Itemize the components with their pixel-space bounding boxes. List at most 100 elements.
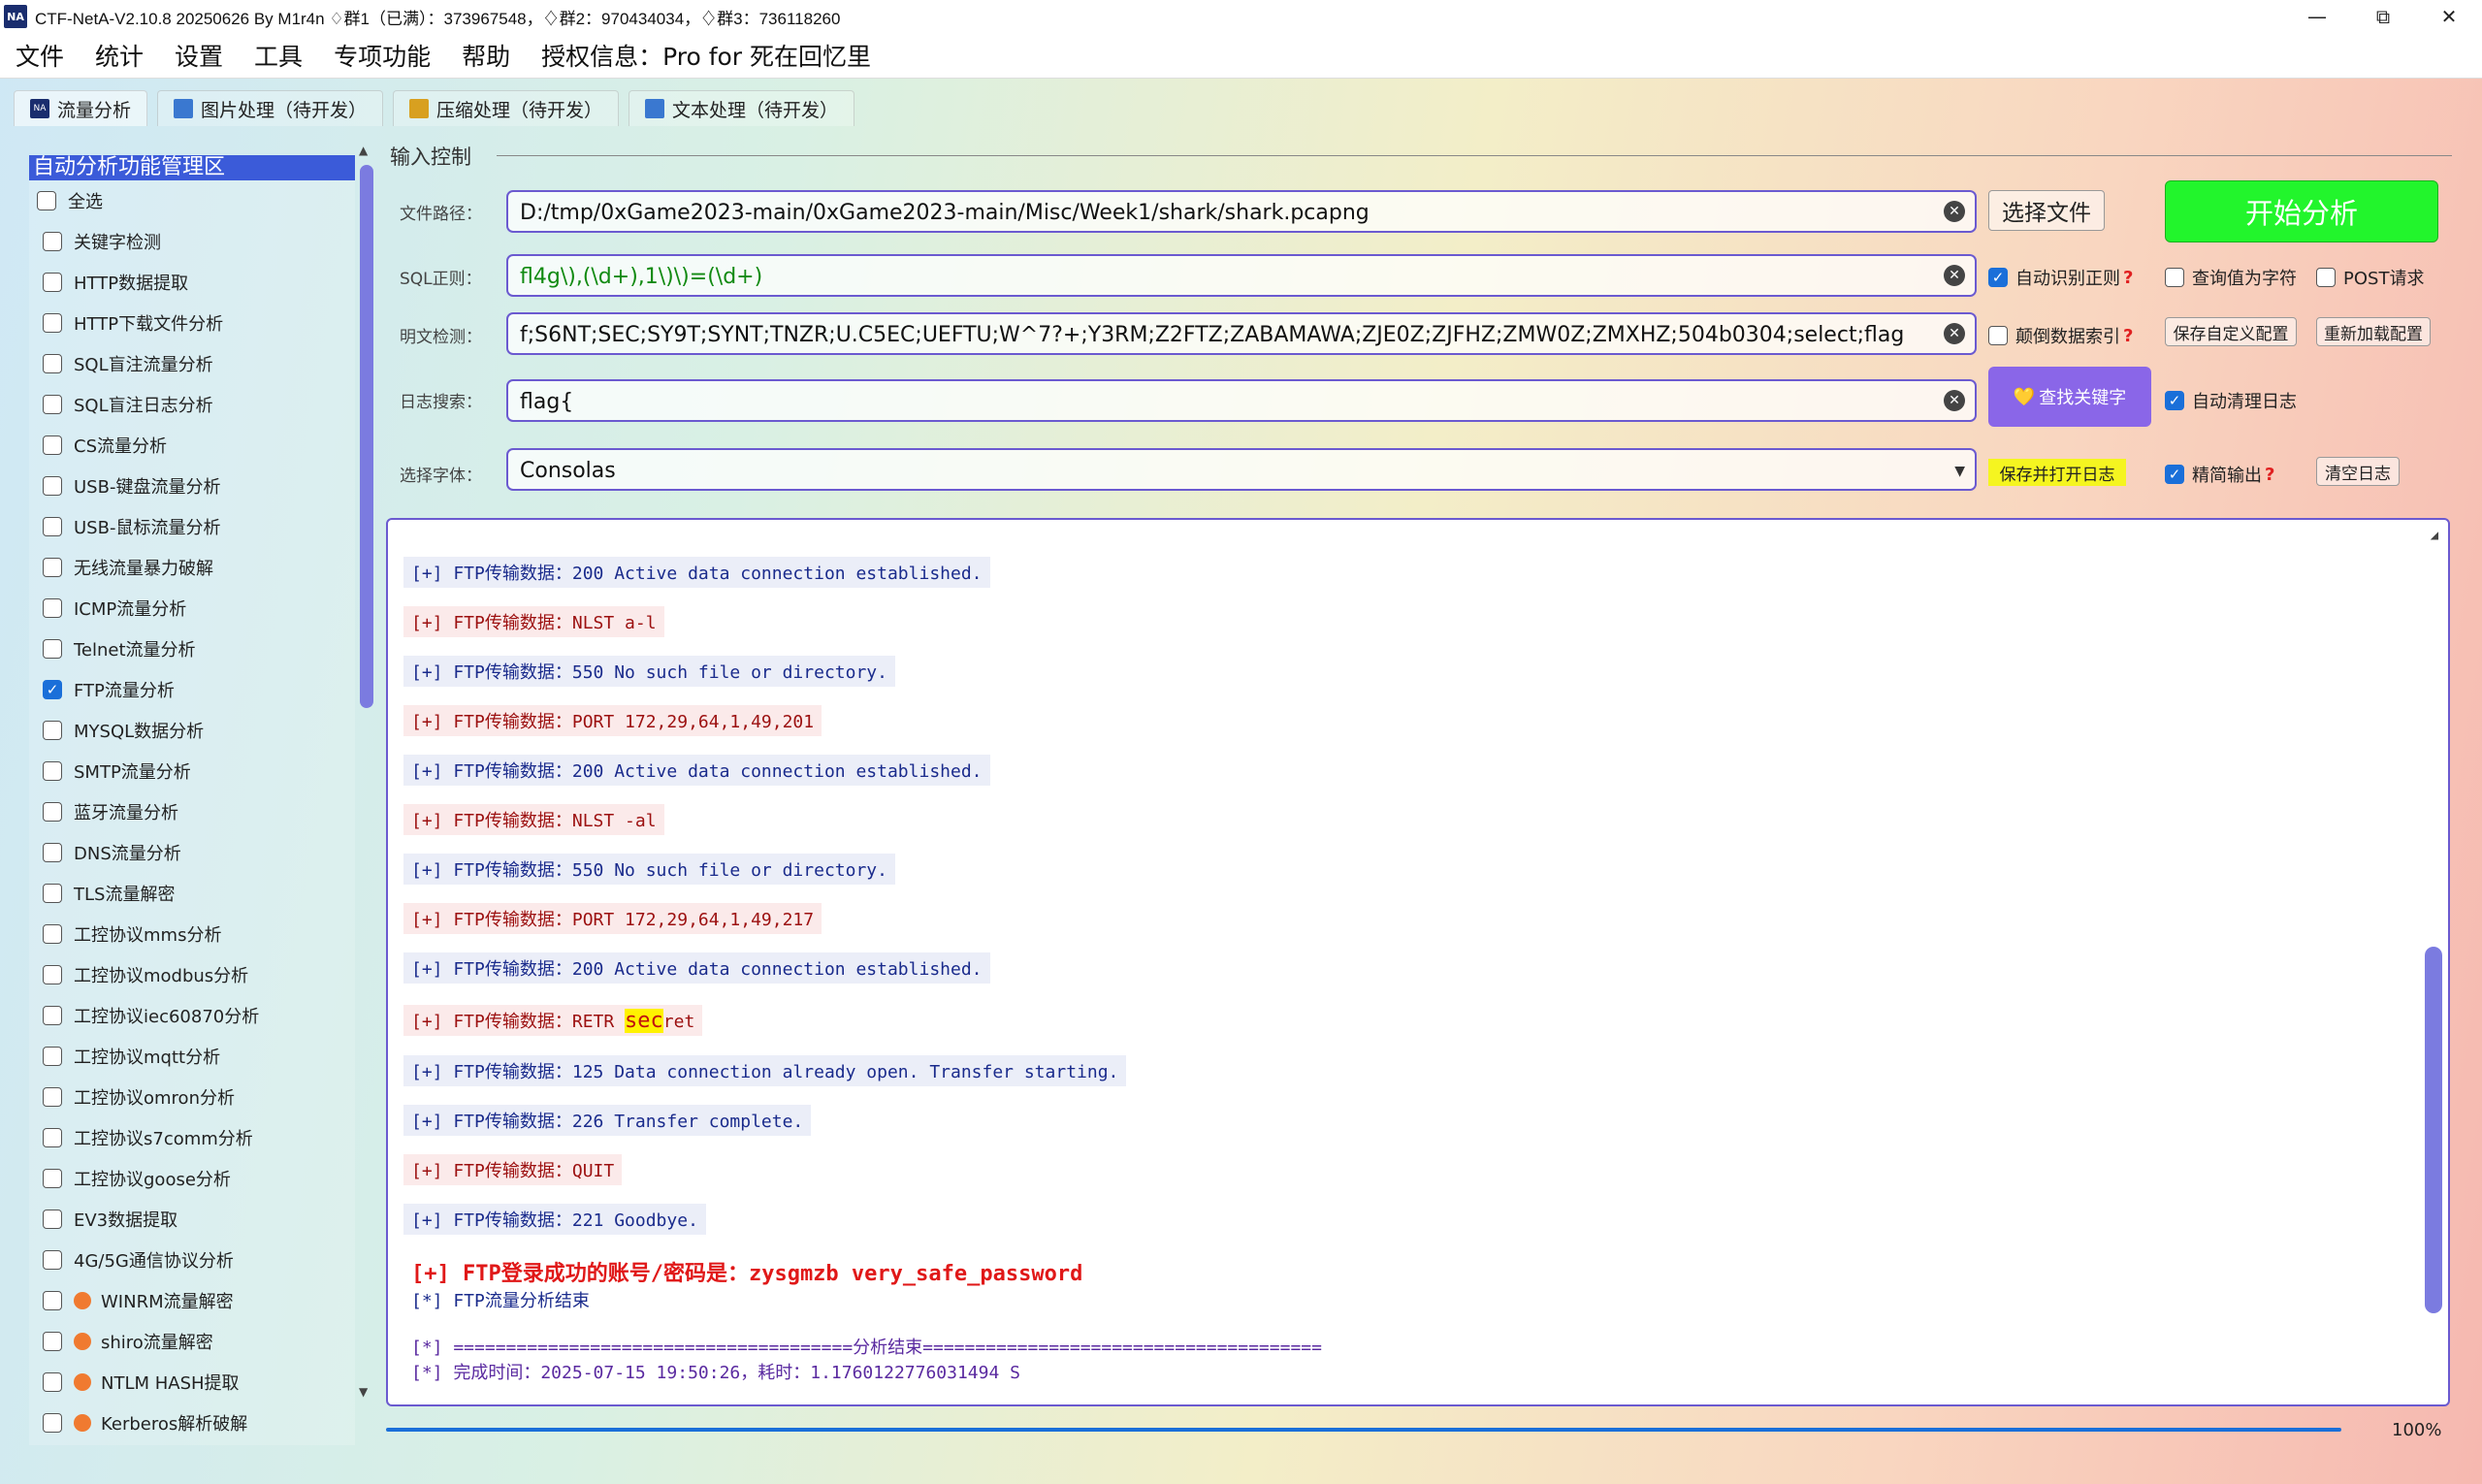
reverse-index-option[interactable]: 颠倒数据索引? [1988, 323, 2133, 348]
scroll-down-icon[interactable]: ▼ [359, 1385, 368, 1399]
function-item[interactable]: 工控协议modbus分析 [29, 954, 355, 995]
plaintext-input[interactable] [508, 314, 1938, 355]
function-item[interactable]: NTLM HASH提取 [29, 1362, 355, 1403]
function-item[interactable]: MYSQL数据分析 [29, 710, 355, 751]
concise-output-option[interactable]: ✓ 精简输出? [2165, 462, 2274, 487]
function-item[interactable]: SQL盲注日志分析 [29, 384, 355, 425]
menu-special[interactable]: 专项功能 [318, 38, 446, 73]
function-item[interactable]: Kerberos解析破解 [29, 1403, 355, 1443]
function-item-label: 工控协议mqtt分析 [74, 1048, 221, 1068]
function-item[interactable]: SMTP流量分析 [29, 751, 355, 791]
auto-regex-option[interactable]: ✓ 自动识别正则? [1988, 265, 2133, 290]
function-item[interactable]: ICMP流量分析 [29, 588, 355, 629]
close-icon[interactable]: ✕ [2416, 0, 2482, 33]
chevron-down-icon[interactable]: ▼ [1954, 464, 1965, 479]
tab-compression[interactable]: 压缩处理（待开发） [393, 90, 620, 126]
tab-traffic-analysis[interactable]: NA 流量分析 [14, 90, 148, 126]
checkbox-icon [2316, 268, 2336, 287]
post-request-option[interactable]: POST请求 [2316, 265, 2424, 290]
find-keyword-button[interactable]: 💛 查找关键字 [1988, 367, 2151, 427]
select-all-checkbox[interactable]: 全选 [29, 180, 355, 221]
tab-image-processing[interactable]: 图片处理（待开发） [157, 90, 384, 126]
menu-settings[interactable]: 设置 [159, 38, 239, 73]
log-line-text: [+] FTP传输数据：200 Active data connection e… [411, 761, 983, 782]
function-item[interactable]: 工控协议mqtt分析 [29, 1036, 355, 1077]
function-item[interactable]: EV3数据提取 [29, 1199, 355, 1240]
function-item-label: Kerberos解析破解 [101, 1414, 248, 1435]
font-select-value[interactable] [508, 450, 1938, 491]
function-item[interactable]: ✓ FTP流量分析 [29, 669, 355, 710]
menu-license[interactable]: 授权信息：Pro for 死在回忆里 [526, 38, 886, 73]
file-path-input[interactable] [508, 192, 1938, 233]
plaintext-field: ✕ [506, 312, 1977, 355]
function-item[interactable]: CS流量分析 [29, 425, 355, 466]
reload-config-button[interactable]: 重新加载配置 [2316, 317, 2431, 346]
function-item[interactable]: DNS流量分析 [29, 832, 355, 873]
log-output[interactable]: ◢ [+] FTP传输数据：200 Active data connection… [386, 518, 2450, 1406]
scroll-up-icon[interactable]: ▲ [359, 144, 368, 157]
function-item-label: ICMP流量分析 [74, 599, 187, 620]
expand-icon[interactable]: ◢ [2431, 528, 2438, 543]
clear-icon[interactable]: ✕ [1944, 265, 1965, 286]
search-highlight: sec [625, 1009, 663, 1033]
clear-icon[interactable]: ✕ [1944, 323, 1965, 344]
function-item[interactable]: 4G/5G通信协议分析 [29, 1240, 355, 1280]
menu-file[interactable]: 文件 [0, 38, 80, 73]
function-item[interactable]: 工控协议mms分析 [29, 914, 355, 954]
log-line-text: [+] FTP传输数据：NLST a-l [411, 613, 657, 633]
function-item[interactable]: 关键字检测 [29, 221, 355, 262]
function-item-label: MYSQL数据分析 [74, 722, 205, 742]
function-item[interactable]: Telnet流量分析 [29, 629, 355, 669]
function-item[interactable]: 工控协议omron分析 [29, 1077, 355, 1117]
function-item[interactable]: shiro流量解密 [29, 1321, 355, 1362]
clear-icon[interactable]: ✕ [1944, 201, 1965, 222]
log-line: [+] FTP传输数据：RETR secret [403, 1005, 703, 1036]
function-item[interactable]: USB-鼠标流量分析 [29, 506, 355, 547]
save-custom-config-button[interactable]: 保存自定义配置 [2165, 317, 2297, 346]
checkbox-icon [43, 558, 62, 577]
help-icon[interactable]: ? [2265, 465, 2274, 485]
checkbox-icon [43, 802, 62, 822]
function-item[interactable]: 工控协议goose分析 [29, 1158, 355, 1199]
tab-text-processing[interactable]: 文本处理（待开发） [629, 90, 855, 126]
log-line-text: [+] FTP传输数据：125 Data connection already … [411, 1062, 1119, 1082]
start-analysis-button[interactable]: 开始分析 [2165, 180, 2438, 242]
menu-tools[interactable]: 工具 [239, 38, 318, 73]
clear-log-button[interactable]: 清空日志 [2316, 457, 2400, 486]
function-item[interactable]: USB-键盘流量分析 [29, 466, 355, 506]
function-item[interactable]: WINRM流量解密 [29, 1280, 355, 1321]
restore-icon[interactable]: ⧉ [2350, 0, 2416, 33]
function-item-label: SQL盲注日志分析 [74, 396, 213, 416]
function-item[interactable]: 工控协议iec60870分析 [29, 995, 355, 1036]
save-open-log-button[interactable]: 保存并打开日志 [1988, 459, 2126, 486]
function-item[interactable]: 无线流量暴力破解 [29, 547, 355, 588]
function-item-label: WINRM流量解密 [101, 1292, 234, 1312]
section-divider [497, 155, 2452, 156]
menu-help[interactable]: 帮助 [446, 38, 526, 73]
log-line-text: [+] FTP传输数据：200 Active data connection e… [411, 564, 983, 584]
function-item-label: CS流量分析 [74, 436, 167, 457]
function-item-label: 工控协议omron分析 [74, 1088, 235, 1109]
function-item[interactable]: 工控协议s7comm分析 [29, 1117, 355, 1158]
clear-icon[interactable]: ✕ [1944, 390, 1965, 411]
sidebar-scroll-thumb[interactable] [360, 165, 373, 708]
log-search-input[interactable] [508, 381, 1938, 422]
function-item[interactable]: SQL盲注流量分析 [29, 343, 355, 384]
menu-stats[interactable]: 统计 [80, 38, 159, 73]
query-as-char-option[interactable]: 查询值为字符 [2165, 265, 2297, 290]
log-scrollbar-thumb[interactable] [2425, 947, 2442, 1313]
sql-regex-input[interactable] [508, 256, 1938, 297]
sidebar-scrollbar[interactable]: ▲ ▼ [357, 144, 374, 1404]
function-item[interactable]: 蓝牙流量分析 [29, 791, 355, 832]
choose-file-button[interactable]: 选择文件 [1988, 190, 2105, 231]
function-item[interactable]: TLS流量解密 [29, 873, 355, 914]
minimize-icon[interactable]: — [2284, 0, 2350, 33]
help-icon[interactable]: ? [2123, 268, 2133, 288]
font-select[interactable]: ▼ [506, 448, 1977, 491]
function-item[interactable]: HTTP下载文件分析 [29, 303, 355, 343]
auto-clean-log-option[interactable]: ✓ 自动清理日志 [2165, 388, 2297, 413]
checkbox-icon [43, 721, 62, 740]
checkbox-icon [43, 476, 62, 496]
help-icon[interactable]: ? [2123, 326, 2133, 346]
function-item[interactable]: HTTP数据提取 [29, 262, 355, 303]
